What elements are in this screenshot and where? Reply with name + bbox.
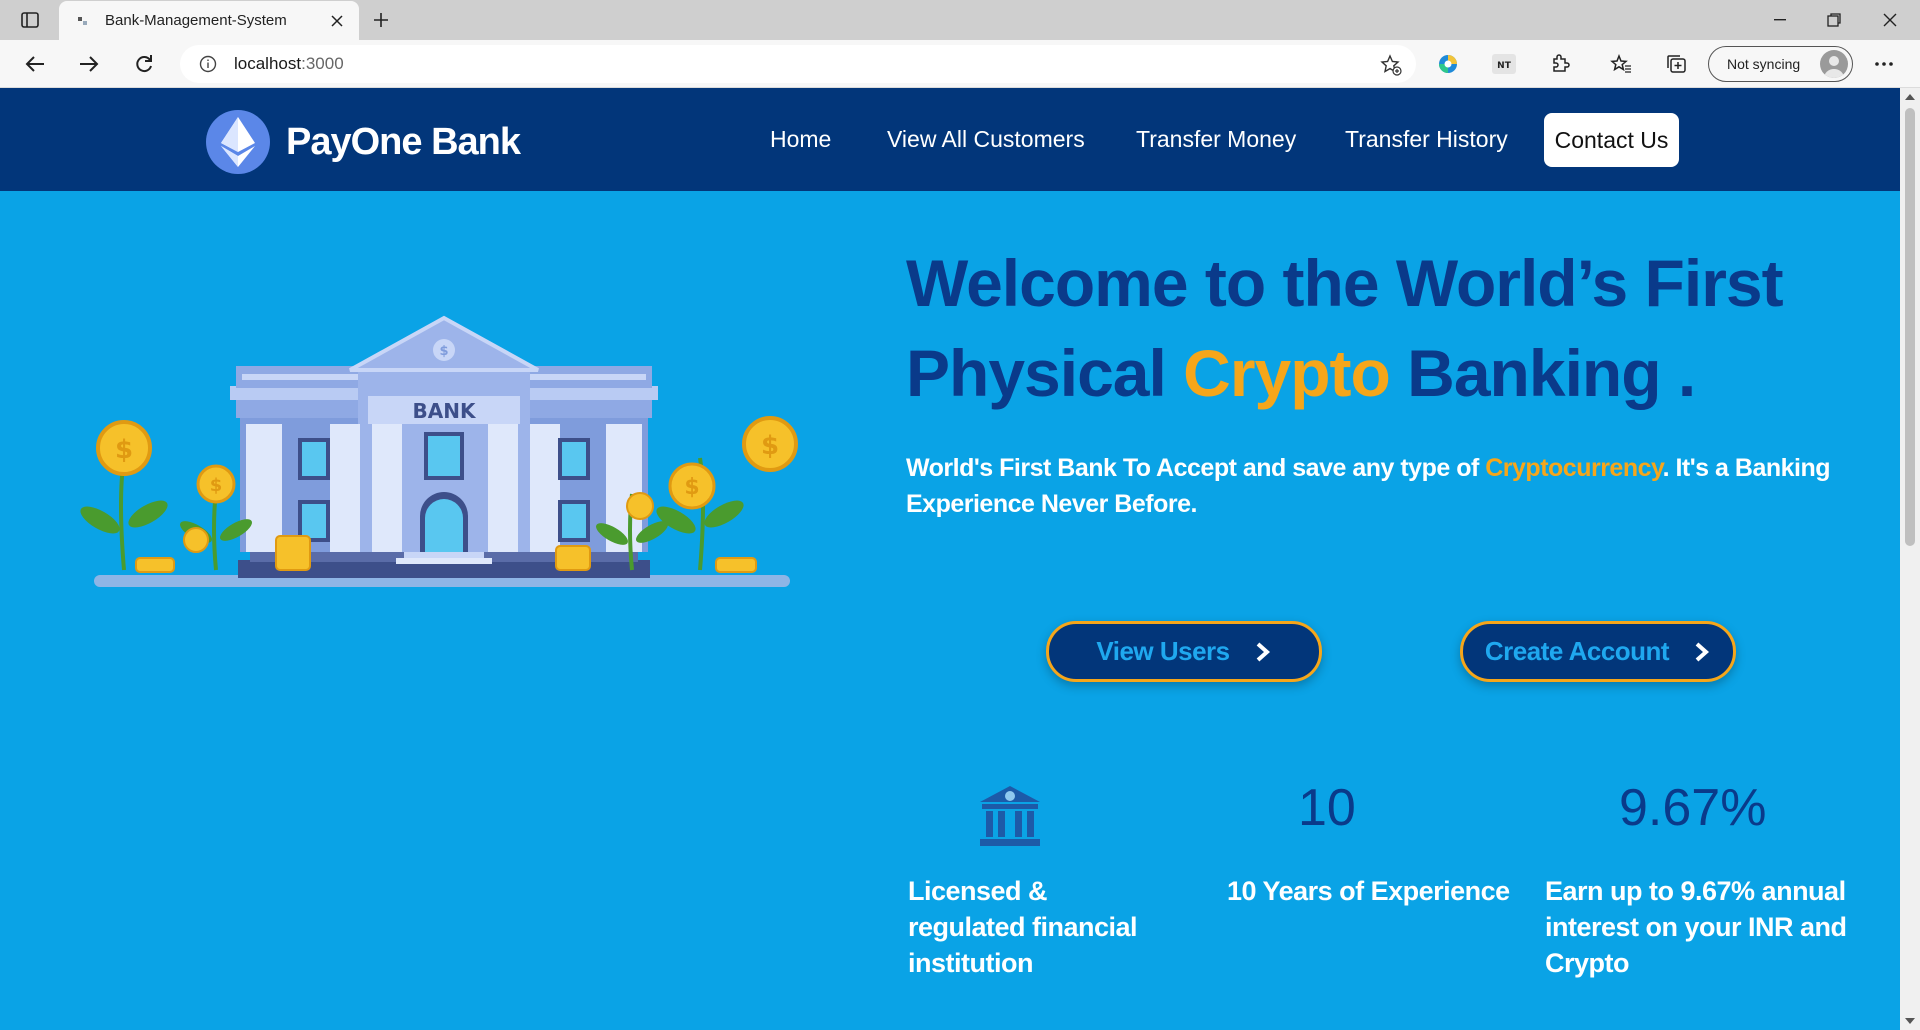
- tab-close-icon[interactable]: [327, 11, 347, 31]
- svg-text:$: $: [761, 431, 779, 461]
- hero-title-accent: Crypto: [1183, 336, 1391, 410]
- browser-toolbar: localhost:3000 NT Not syncing: [0, 40, 1920, 88]
- favorites-icon[interactable]: [1607, 51, 1635, 77]
- bank-building-icon: [980, 786, 1040, 846]
- hero-sub-accent: Cryptocurrency: [1485, 454, 1663, 482]
- page-viewport: PayOne Bank Home View All Customers Tran…: [0, 88, 1900, 1030]
- svg-text:$: $: [115, 435, 133, 465]
- collections-icon[interactable]: [1662, 51, 1690, 77]
- scroll-up-icon[interactable]: [1904, 92, 1916, 102]
- hero-sub-pre: World's First Bank To Accept and save an…: [906, 454, 1486, 482]
- refresh-icon[interactable]: [127, 48, 161, 80]
- avatar: [1820, 50, 1848, 78]
- bank-sign-text: BANK: [413, 399, 477, 423]
- browser-tab-strip: Bank-Management-System: [0, 0, 1920, 40]
- stat-years-value: 10: [1298, 779, 1356, 837]
- tab-actions-icon[interactable]: [14, 8, 46, 32]
- forward-icon[interactable]: [72, 48, 106, 80]
- restore-icon[interactable]: [1806, 0, 1862, 40]
- scrollbar-thumb[interactable]: [1905, 108, 1915, 546]
- chevron-right-icon: [1695, 642, 1710, 661]
- brand[interactable]: PayOne Bank: [206, 110, 521, 174]
- stat-interest-value: 9.67%: [1619, 779, 1767, 837]
- view-users-button[interactable]: View Users: [1046, 621, 1322, 682]
- back-icon[interactable]: [18, 48, 52, 80]
- hero-title-post: Banking .: [1389, 336, 1696, 410]
- extension-nt-label: NT: [1497, 61, 1512, 71]
- url-host: localhost: [234, 54, 302, 73]
- hero-title-pre: Physical: [906, 336, 1184, 410]
- window-close-icon[interactable]: [1862, 0, 1918, 40]
- view-users-label: View Users: [1096, 636, 1230, 666]
- hero-subtitle: World's First Bank To Accept and save an…: [906, 450, 1836, 522]
- site-navbar: PayOne Bank Home View All Customers Tran…: [0, 88, 1900, 191]
- bank-illustration: $ BANK $ $ $ $: [80, 315, 798, 587]
- stat-licensed-label: Licensed & regulated financial instituti…: [908, 876, 1138, 978]
- copilot-icon[interactable]: [1434, 51, 1462, 77]
- profile-sync-button[interactable]: Not syncing: [1708, 46, 1853, 82]
- hero-title-line1: Welcome to the World’s First: [906, 246, 1784, 320]
- tab-title: Bank-Management-System: [105, 12, 287, 29]
- new-tab-icon[interactable]: [366, 7, 396, 33]
- brand-name: PayOne Bank: [286, 120, 521, 163]
- create-account-label: Create Account: [1484, 636, 1670, 666]
- more-menu-icon[interactable]: [1870, 51, 1898, 77]
- minimize-icon[interactable]: [1752, 0, 1808, 40]
- create-account-button[interactable]: Create Account: [1460, 621, 1736, 682]
- tab-favicon-icon: [75, 13, 91, 29]
- extension-nt-icon[interactable]: NT: [1490, 51, 1518, 77]
- scroll-down-icon[interactable]: [1904, 1016, 1916, 1026]
- hero-title: Welcome to the World’s First Physical Cr…: [906, 238, 1856, 418]
- nav-view-all-customers[interactable]: View All Customers: [887, 112, 1085, 166]
- add-favorite-icon[interactable]: [1380, 54, 1402, 76]
- svg-text:$: $: [210, 475, 223, 496]
- url-port: :3000: [301, 54, 344, 73]
- nav-transfer-history[interactable]: Transfer History: [1345, 112, 1508, 166]
- svg-text:$: $: [439, 344, 448, 359]
- stat-years-label: 10 Years of Experience: [1227, 876, 1510, 906]
- chevron-right-icon: [1256, 642, 1270, 661]
- url-text: localhost:3000: [234, 54, 344, 74]
- nav-home[interactable]: Home: [770, 112, 831, 166]
- nav-contact-us-button[interactable]: Contact Us: [1544, 113, 1679, 167]
- ethereum-logo-icon: [206, 110, 270, 174]
- stat-interest-label: Earn up to 9.67% annual interest on your…: [1545, 876, 1847, 978]
- page-scrollbar[interactable]: [1900, 88, 1920, 1030]
- svg-text:$: $: [684, 475, 699, 500]
- address-bar[interactable]: localhost:3000: [180, 45, 1416, 83]
- browser-tab[interactable]: Bank-Management-System: [59, 1, 359, 40]
- site-info-icon[interactable]: [198, 54, 218, 74]
- nav-transfer-money[interactable]: Transfer Money: [1136, 112, 1296, 166]
- hero-title-line2: Physical Crypto Banking .: [906, 328, 1856, 418]
- extensions-icon[interactable]: [1546, 51, 1574, 77]
- sync-label: Not syncing: [1727, 56, 1801, 72]
